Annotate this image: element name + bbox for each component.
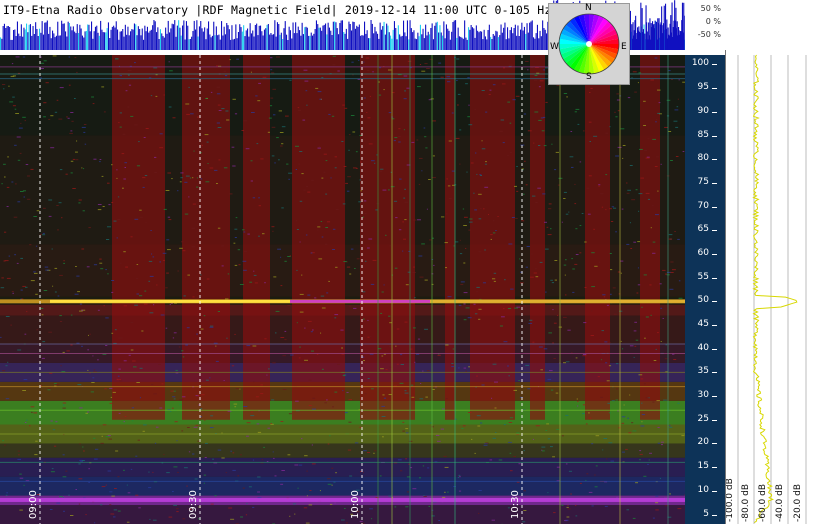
- frequency-tick-label: 100: [691, 58, 709, 69]
- frequency-tick-mark: [712, 88, 717, 90]
- frequency-tick-mark: [712, 253, 717, 255]
- frequency-tick-mark: [712, 111, 717, 113]
- noise-column: [585, 55, 610, 420]
- frequency-tick-label: 80: [697, 153, 709, 164]
- compass-rose: N S E W: [548, 3, 630, 85]
- frequency-tick-mark: [712, 372, 717, 374]
- spectrogram: 09:00 09:30 10:00 10:30: [0, 55, 685, 524]
- mains-line-segment: [290, 299, 430, 303]
- frequency-tick-label: 55: [697, 271, 709, 282]
- noise-column: [182, 55, 230, 420]
- frequency-tick-label: 35: [697, 366, 709, 377]
- frequency-tick-mark: [712, 301, 717, 303]
- frequency-tick-label: 85: [697, 129, 709, 140]
- noise-column: [360, 55, 415, 420]
- spectrogram-page: IT9-Etna Radio Observatory |RDF Magnetic…: [0, 0, 821, 524]
- compass-north-label: N: [585, 3, 592, 13]
- noise-column: [292, 55, 345, 420]
- db-tick-label: -100.0 dB: [726, 478, 735, 522]
- frequency-tick-label: 40: [697, 342, 709, 353]
- pct-label-zero: 0 %: [705, 17, 721, 26]
- frequency-tick-label: 50: [697, 295, 709, 306]
- frequency-tick-mark: [712, 396, 717, 398]
- noise-column: [243, 55, 270, 420]
- db-tick-label: -40.0 dB: [775, 484, 785, 522]
- db-tick-label: -20.0 dB: [793, 484, 803, 522]
- time-tick-label: 09:30: [188, 490, 199, 519]
- noise-column: [470, 55, 515, 420]
- schumann-band: [0, 497, 685, 502]
- frequency-tick-label: 5: [703, 508, 709, 519]
- frequency-band: [0, 457, 685, 477]
- frequency-tick-mark: [712, 467, 717, 469]
- frequency-tick-mark: [712, 182, 717, 184]
- compass-south-label: S: [586, 72, 592, 82]
- noise-column: [112, 55, 165, 420]
- frequency-tick-mark: [712, 277, 717, 279]
- db-tick-label: -60.0 dB: [758, 484, 768, 522]
- frequency-tick-mark: [712, 490, 717, 492]
- frequency-tick-label: 95: [697, 82, 709, 93]
- frequency-tick-mark: [712, 348, 717, 350]
- compass-east-label: E: [621, 42, 627, 52]
- noise-column: [445, 55, 455, 420]
- frequency-tick-mark: [712, 230, 717, 232]
- frequency-tick-label: 10: [697, 484, 709, 495]
- chart-title: IT9-Etna Radio Observatory |RDF Magnetic…: [3, 3, 552, 17]
- frequency-tick-mark: [712, 64, 717, 66]
- profile-plot: -100.0 dB -80.0 dB -60.0 dB -40.0 dB -20.0 d…: [725, 50, 821, 524]
- frequency-tick-label: 45: [697, 319, 709, 330]
- noise-column: [530, 55, 545, 420]
- time-tick-label: 10:00: [350, 490, 361, 519]
- spectrum-profile: -100.0 dB -80.0 dB -60.0 dB -40.0 dB -20.0 d…: [725, 50, 821, 524]
- mains-line-segment: [50, 299, 290, 303]
- frequency-tick-label: 90: [697, 105, 709, 116]
- frequency-tick-label: 20: [697, 437, 709, 448]
- frequency-axis: 100 95 90 85 80 75 70 65 60 55 50 45 40 35 30 25 20 15 10 5: [685, 55, 725, 524]
- frequency-tick-label: 70: [697, 200, 709, 211]
- time-tick-label: 10:30: [510, 490, 521, 519]
- polarization-scale: 50 % 0 % -50 %: [685, 0, 725, 50]
- db-tick-label: -80.0 dB: [741, 484, 751, 522]
- time-tick-label: 09:00: [28, 490, 39, 519]
- frequency-tick-label: 75: [697, 176, 709, 187]
- frequency-tick-mark: [712, 514, 717, 516]
- frequency-band: [0, 505, 685, 524]
- frequency-tick-label: 65: [697, 224, 709, 235]
- frequency-tick-mark: [712, 159, 717, 161]
- frequency-tick-label: 15: [697, 461, 709, 472]
- frequency-tick-label: 25: [697, 413, 709, 424]
- mains-line-segment: [430, 299, 685, 303]
- frequency-tick-mark: [712, 443, 717, 445]
- frequency-tick-mark: [712, 419, 717, 421]
- noise-column: [640, 55, 660, 420]
- frequency-band: [0, 443, 685, 458]
- frequency-tick-mark: [712, 206, 717, 208]
- frequency-tick-mark: [712, 325, 717, 327]
- frequency-tick-label: 60: [697, 247, 709, 258]
- profile-background: [726, 50, 821, 524]
- frequency-tick-mark: [712, 135, 717, 137]
- pct-label-low: -50 %: [697, 30, 721, 39]
- compass-west-label: W: [550, 42, 559, 52]
- frequency-tick-label: 30: [697, 390, 709, 401]
- pct-label-high: 50 %: [700, 4, 721, 13]
